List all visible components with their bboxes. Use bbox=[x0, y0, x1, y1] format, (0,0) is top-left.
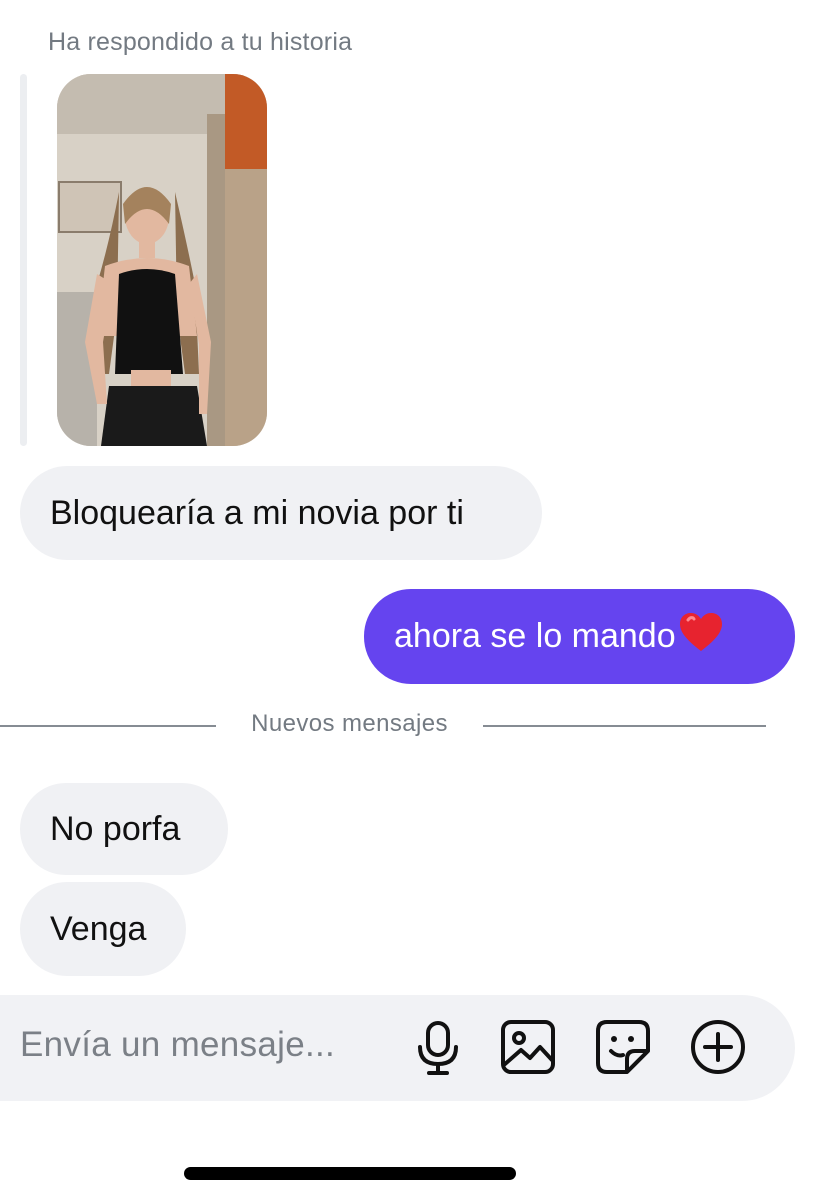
story-photo-icon bbox=[57, 74, 267, 446]
red-heart-icon bbox=[678, 611, 724, 662]
message-bubble-incoming[interactable]: Bloquearía a mi novia por ti bbox=[20, 466, 542, 560]
message-input[interactable]: Envía un mensaje... bbox=[20, 1025, 335, 1065]
divider-label: Nuevos mensajes bbox=[251, 710, 448, 737]
story-thumbnail[interactable] bbox=[57, 74, 267, 446]
divider-line bbox=[0, 725, 216, 727]
story-reply-caption: Ha respondido a tu historia bbox=[48, 28, 353, 56]
reply-quote-bar bbox=[20, 74, 27, 446]
message-bubble-incoming[interactable]: Venga bbox=[20, 882, 186, 976]
microphone-icon[interactable] bbox=[408, 1017, 468, 1077]
divider-line bbox=[483, 725, 766, 727]
message-text: Bloquearía a mi novia por ti bbox=[50, 493, 464, 532]
sticker-icon[interactable] bbox=[593, 1017, 653, 1077]
message-bubble-incoming[interactable]: No porfa bbox=[20, 783, 228, 875]
plus-circle-icon[interactable] bbox=[688, 1017, 748, 1077]
message-text: Venga bbox=[50, 909, 147, 948]
message-text: No porfa bbox=[50, 809, 181, 848]
new-messages-divider: Nuevos mensajes bbox=[0, 702, 814, 748]
image-icon[interactable] bbox=[498, 1017, 558, 1077]
message-composer[interactable]: Envía un mensaje... bbox=[0, 995, 795, 1101]
message-bubble-outgoing[interactable]: ahora se lo mando bbox=[364, 589, 795, 684]
home-indicator[interactable] bbox=[184, 1167, 516, 1180]
message-text: ahora se lo mando bbox=[394, 617, 676, 655]
chat-screen: Ha respondido a tu historia Bloquearía a… bbox=[0, 0, 814, 1200]
